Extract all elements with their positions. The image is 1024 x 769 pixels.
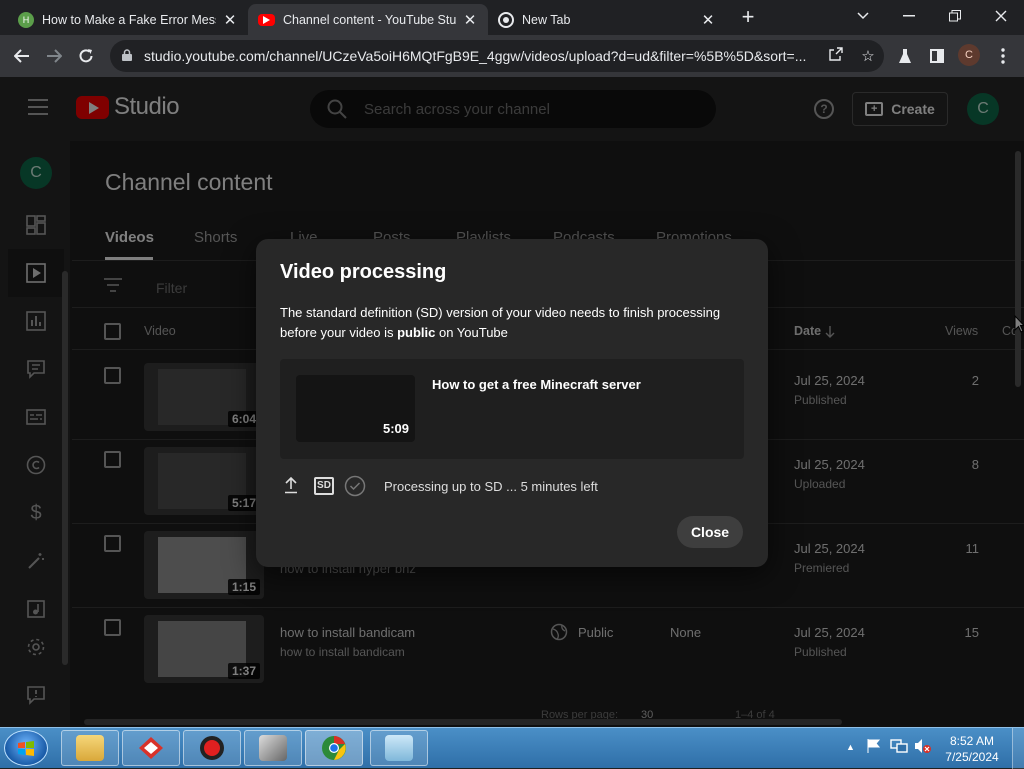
tab-title: New Tab — [522, 12, 571, 27]
notepad-icon — [385, 735, 413, 761]
side-panel-icon[interactable] — [924, 43, 950, 69]
taskbar-recorder[interactable] — [183, 730, 241, 766]
video-card: 5:09 How to get a free Minecraft server — [280, 359, 744, 459]
back-arrow-icon[interactable] — [9, 43, 35, 69]
red-app-icon — [139, 737, 163, 759]
minimize-icon[interactable] — [886, 0, 932, 32]
dialog-title: Video processing — [280, 261, 447, 283]
clock-time: 8:52 AM — [949, 734, 995, 748]
taskbar-app-box[interactable] — [244, 730, 302, 766]
close-tab-icon[interactable]: ✕ — [222, 11, 238, 29]
check-circle-icon — [344, 475, 366, 502]
box-app-icon — [259, 735, 287, 761]
bookmark-star-icon[interactable]: ☆ — [852, 47, 884, 65]
show-hidden-icons[interactable]: ▲ — [846, 742, 855, 752]
close-tab-icon[interactable]: ✕ — [462, 11, 478, 29]
youtube-favicon-icon — [258, 13, 275, 26]
reload-icon[interactable] — [73, 43, 99, 69]
taskbar-chrome[interactable] — [305, 730, 363, 766]
start-button[interactable] — [4, 730, 48, 766]
taskbar-file-explorer[interactable] — [61, 730, 119, 766]
clock-date: 7/25/2024 — [945, 750, 999, 764]
taskbar-notepad[interactable] — [370, 730, 428, 766]
taskbar-app-red[interactable] — [122, 730, 180, 766]
profile-avatar[interactable]: C — [958, 44, 980, 66]
chrome-menu-icon[interactable] — [990, 43, 1016, 69]
video-card-duration: 5:09 — [382, 421, 409, 436]
browser-tab-bar: H How to Make a Fake Error Messa ✕ Chann… — [0, 0, 1024, 35]
tab-title: How to Make a Fake Error Messa — [42, 12, 216, 27]
browser-tab-new-tab[interactable]: New Tab ✕ — [488, 4, 726, 35]
tab-title: Channel content - YouTube Studi — [283, 12, 456, 27]
restore-icon[interactable] — [932, 0, 978, 32]
message-text-end: on YouTube — [435, 325, 508, 340]
close-button[interactable]: Close — [677, 516, 743, 548]
volume-muted-icon[interactable] — [914, 738, 932, 757]
share-icon[interactable] — [820, 47, 852, 65]
network-icon[interactable] — [890, 738, 908, 757]
tab-search-chevron-icon[interactable] — [840, 0, 886, 32]
close-window-icon[interactable] — [978, 0, 1024, 32]
tab-favicon-icon: H — [18, 11, 34, 28]
video-processing-dialog: Video processing The standard definition… — [256, 239, 768, 567]
chrome-icon — [322, 736, 346, 760]
new-tab-plus-icon[interactable]: + — [735, 4, 761, 30]
forward-arrow-icon[interactable] — [41, 43, 67, 69]
address-bar[interactable]: studio.youtube.com/channel/UCzeVa5oiH6MQ… — [110, 40, 884, 72]
video-card-thumbnail: 5:09 — [296, 375, 415, 442]
folder-icon — [76, 735, 104, 761]
close-tab-icon[interactable]: ✕ — [700, 11, 716, 29]
recorder-icon — [200, 736, 224, 760]
sd-badge-icon: SD — [314, 477, 334, 495]
taskbar-clock[interactable]: 8:52 AM 7/25/2024 — [936, 733, 1008, 765]
message-emphasis: public — [397, 325, 436, 340]
video-card-title: How to get a free Minecraft server — [432, 377, 641, 392]
windows-logo-icon — [18, 741, 34, 756]
upload-icon — [284, 476, 298, 499]
dialog-message: The standard definition (SD) version of … — [280, 303, 744, 343]
action-center-flag-icon[interactable] — [866, 738, 882, 757]
lock-icon — [122, 48, 134, 64]
browser-tab-channel-content[interactable]: Channel content - YouTube Studi ✕ — [248, 4, 488, 35]
url-text: studio.youtube.com/channel/UCzeVa5oiH6MQ… — [144, 48, 807, 64]
show-desktop-button[interactable] — [1012, 728, 1024, 769]
windows-taskbar: ▲ 8:52 AM 7/25/2024 — [0, 727, 1024, 769]
browser-toolbar: studio.youtube.com/channel/UCzeVa5oiH6MQ… — [0, 35, 1024, 77]
browser-tab-fake-error[interactable]: H How to Make a Fake Error Messa ✕ — [8, 4, 248, 35]
processing-status: Processing up to SD ... 5 minutes left — [384, 479, 598, 494]
chrome-favicon-icon — [498, 11, 514, 28]
extensions-flask-icon[interactable] — [892, 43, 918, 69]
